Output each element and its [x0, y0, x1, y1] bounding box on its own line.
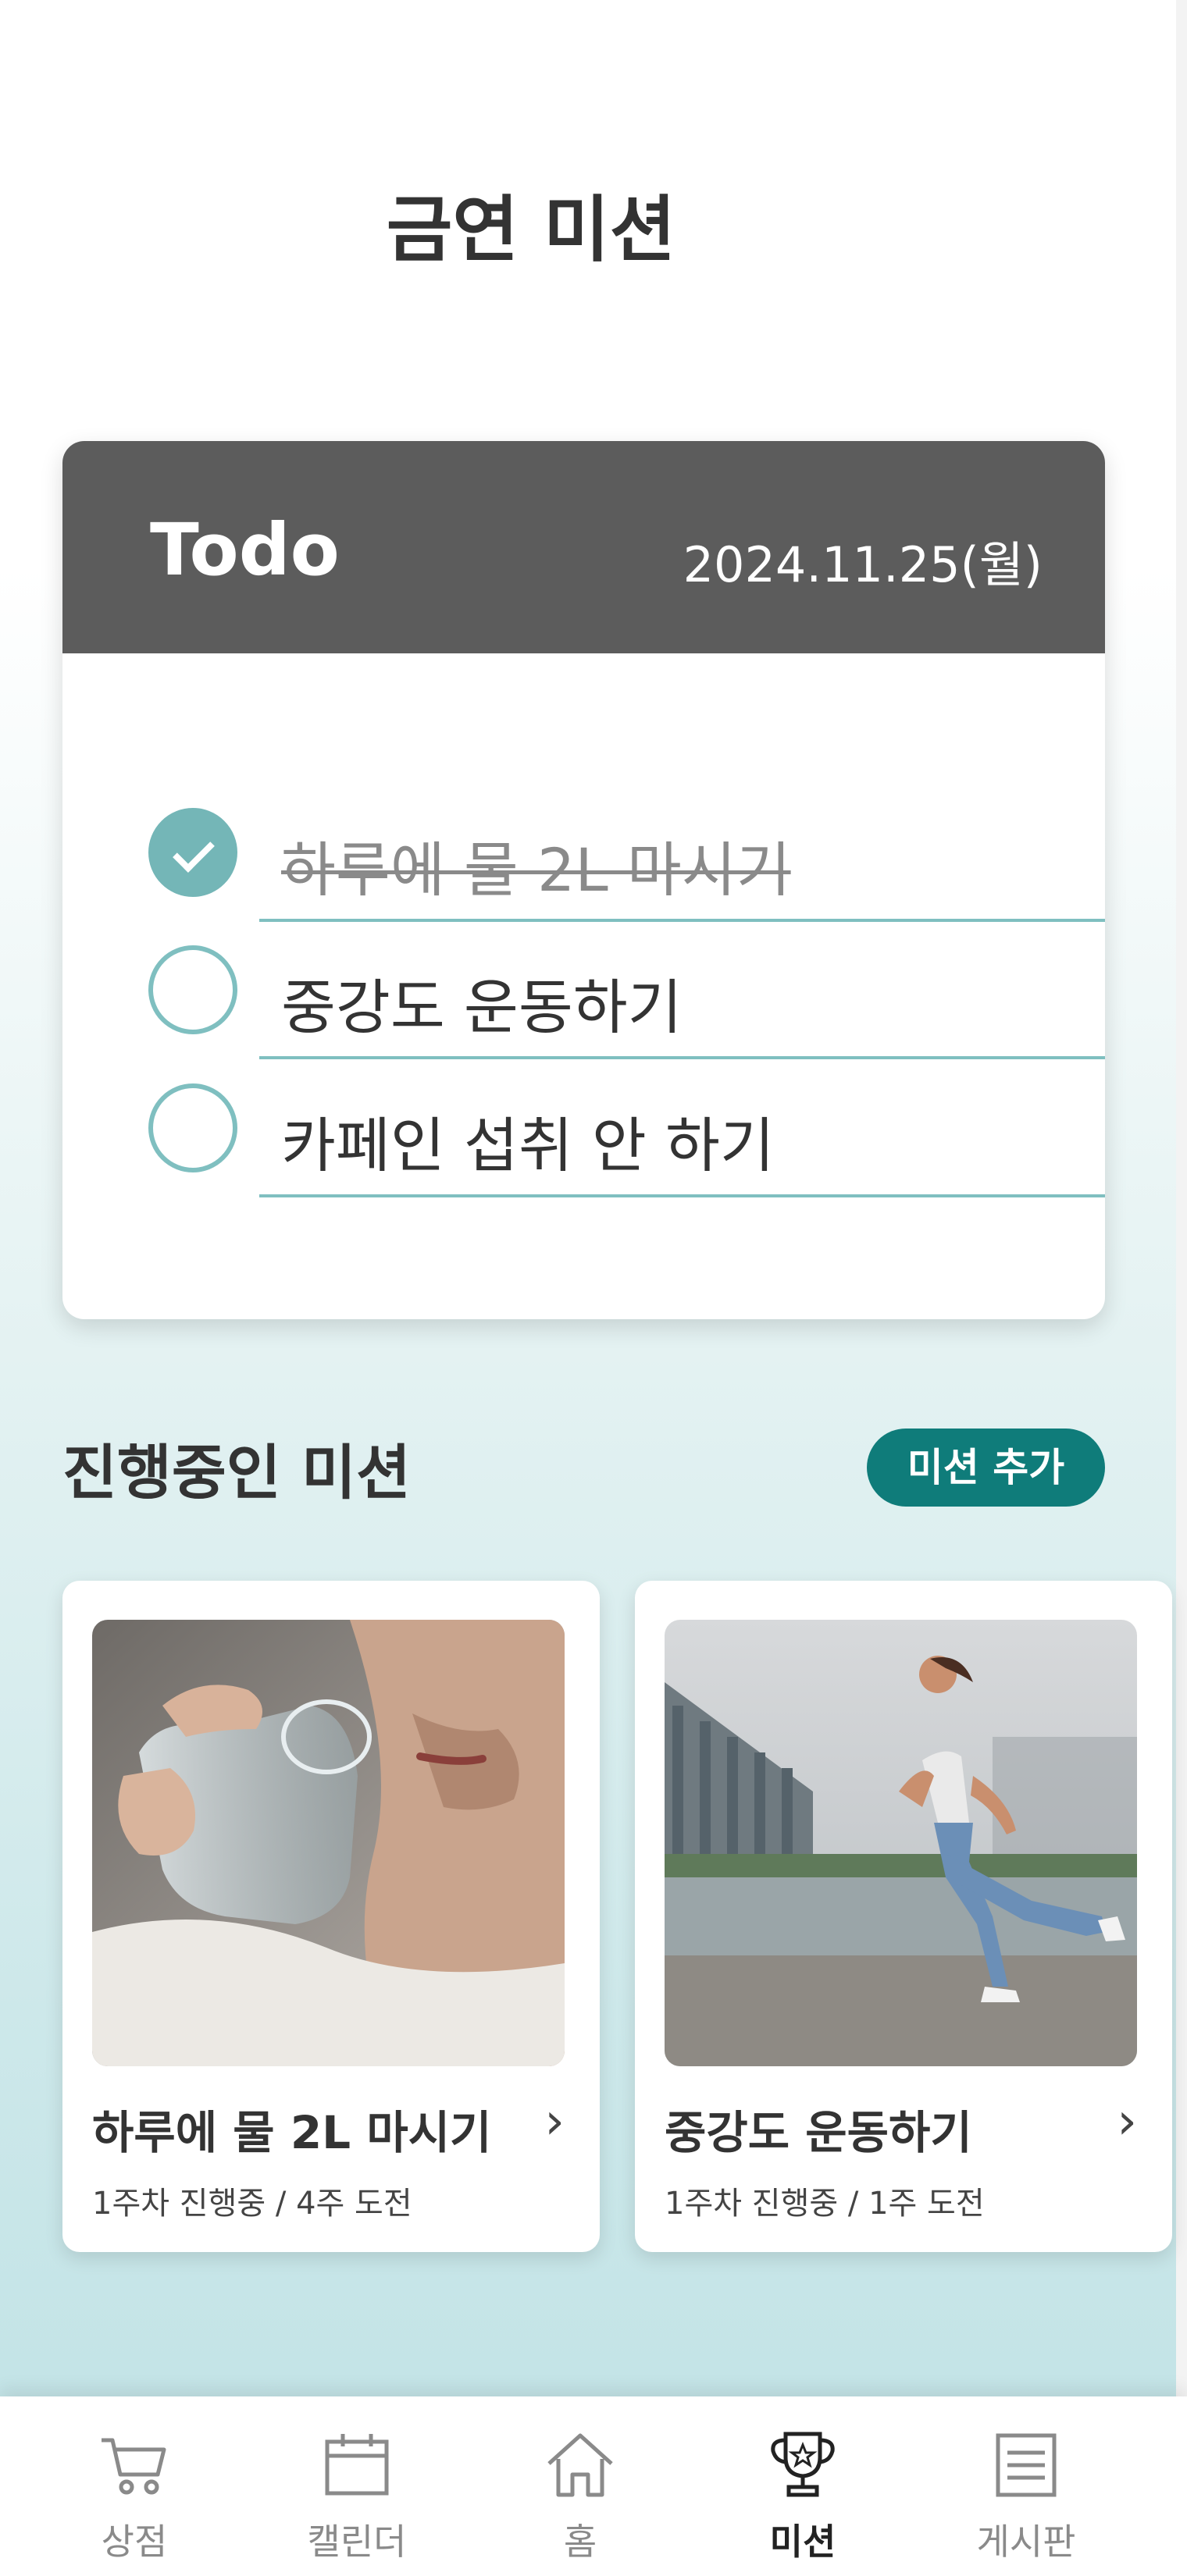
- divider: [259, 1056, 1105, 1059]
- nav-label: 게시판: [976, 2521, 1076, 2563]
- nav-item-mission[interactable]: 미션: [725, 2396, 881, 2576]
- nav-item-store[interactable]: 상점: [56, 2396, 212, 2576]
- checkmark-icon: [173, 831, 215, 873]
- nav-label: 홈: [563, 2521, 597, 2563]
- trophy-icon: [771, 2432, 835, 2497]
- mission-title: 중강도 운동하기: [665, 2106, 972, 2159]
- mission-card[interactable]: 중강도 운동하기 › 1주차 진행중 / 1주 도전: [635, 1581, 1172, 2252]
- section-title: 진행중인 미션: [62, 1438, 411, 1507]
- nav-label: 캘린더: [307, 2521, 407, 2563]
- chevron-right-icon[interactable]: ›: [1117, 2093, 1137, 2151]
- todo-item[interactable]: 카페인 섭취 안 하기: [62, 1068, 1105, 1201]
- nav-item-home[interactable]: 홈: [502, 2396, 658, 2576]
- page-title: 금연 미션: [386, 188, 676, 272]
- todo-item-label: 하루에 물 2L 마시기: [281, 835, 791, 905]
- checkbox-unchecked[interactable]: [148, 1083, 237, 1172]
- checkbox-checked[interactable]: [148, 808, 237, 897]
- nav-label: 상점: [101, 2521, 168, 2563]
- mission-card[interactable]: 하루에 물 2L 마시기 › 1주차 진행중 / 4주 도전: [62, 1581, 600, 2252]
- todo-header: Todo 2024.11.25(월): [62, 441, 1105, 653]
- todo-date: 2024.11.25(월): [683, 536, 1043, 593]
- checkbox-unchecked[interactable]: [148, 945, 237, 1034]
- todo-card: Todo 2024.11.25(월) 하루에 물 2L 마시기 중강도 운동하기…: [62, 441, 1105, 1319]
- todo-item[interactable]: 중강도 운동하기: [62, 930, 1105, 1062]
- mission-image-running: [665, 1620, 1137, 2066]
- todo-title: Todo: [150, 508, 340, 592]
- add-mission-button[interactable]: 미션 추가: [867, 1429, 1105, 1507]
- chevron-right-icon[interactable]: ›: [544, 2093, 565, 2151]
- todo-item[interactable]: 하루에 물 2L 마시기: [62, 792, 1105, 925]
- mission-progress: 1주차 진행중 / 1주 도전: [665, 2186, 985, 2222]
- calendar-icon: [325, 2434, 389, 2496]
- mission-progress: 1주차 진행중 / 4주 도전: [92, 2186, 412, 2222]
- bottom-nav: 상점 캘린더 홈 미션 게시판: [0, 2396, 1187, 2576]
- board-icon: [996, 2433, 1057, 2497]
- mission-image-water: [92, 1620, 565, 2066]
- mission-title: 하루에 물 2L 마시기: [92, 2106, 492, 2159]
- nav-item-calendar[interactable]: 캘린더: [279, 2396, 435, 2576]
- divider: [259, 1194, 1105, 1197]
- nav-label: 미션: [769, 2521, 836, 2563]
- todo-item-label: 중강도 운동하기: [281, 973, 683, 1042]
- scrollbar-track[interactable]: [1176, 0, 1187, 2576]
- nav-item-board[interactable]: 게시판: [948, 2396, 1104, 2576]
- divider: [259, 919, 1105, 922]
- home-icon: [547, 2433, 613, 2497]
- cart-icon: [102, 2438, 166, 2495]
- todo-item-label: 카페인 섭취 안 하기: [281, 1111, 775, 1180]
